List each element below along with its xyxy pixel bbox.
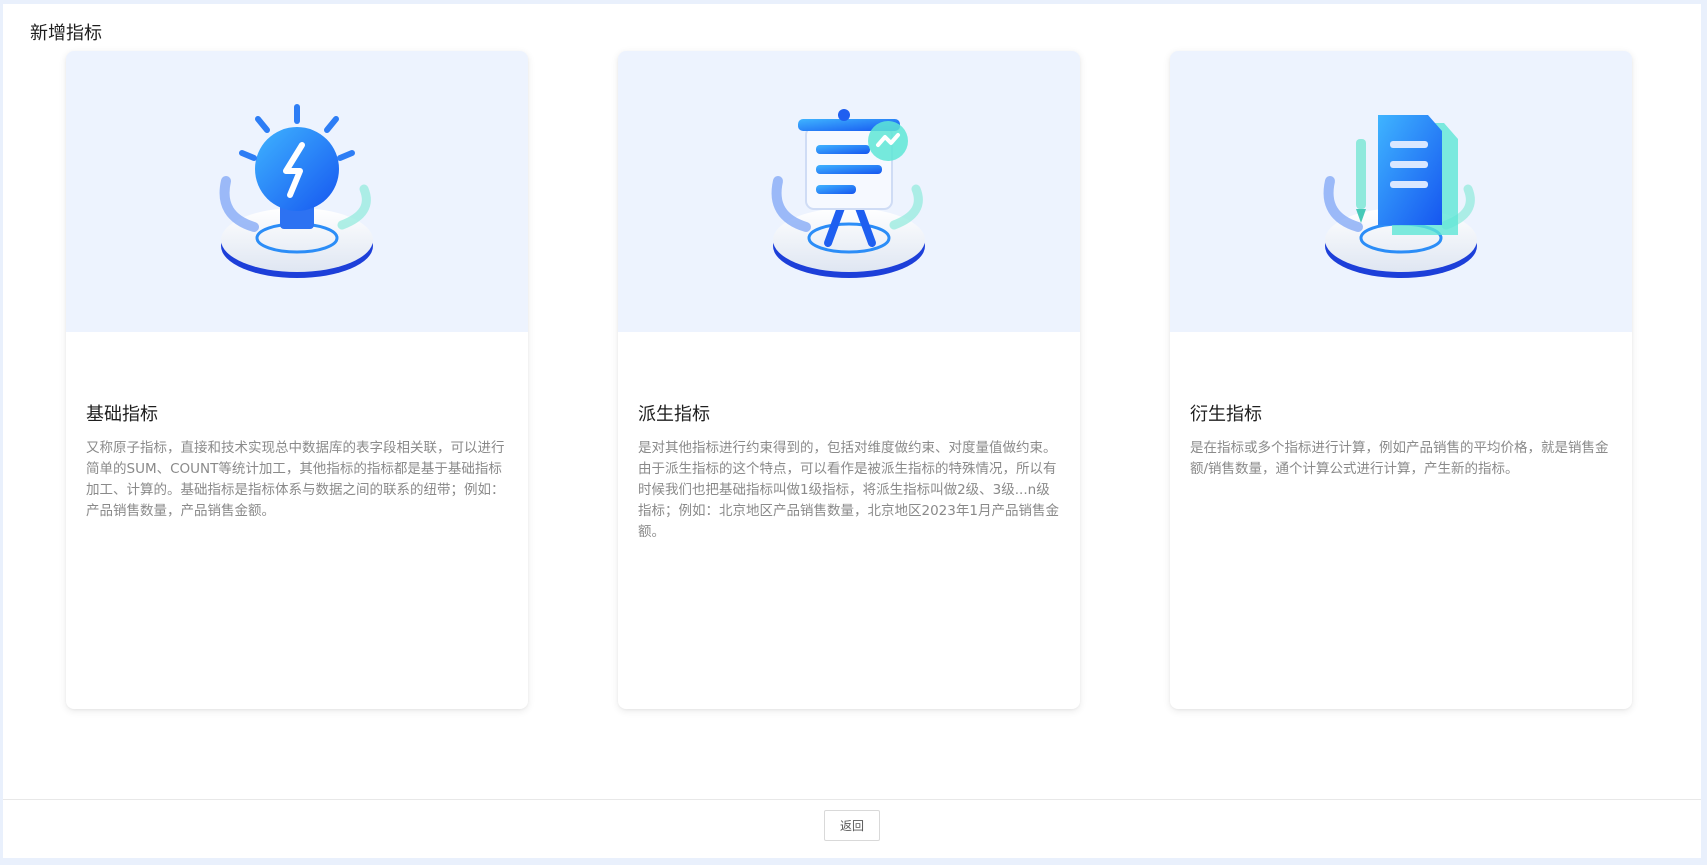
- back-button[interactable]: 返回: [824, 810, 880, 841]
- card-title: 派生指标: [638, 404, 710, 425]
- card-description: 是对其他指标进行约束得到的，包括对维度做约束、对度量值做约束。由于派生指标的这个…: [638, 440, 1059, 540]
- card-basic-metric[interactable]: 基础指标 又称原子指标，直接和技术实现总中数据库的表字段相关联，可以进行简单的S…: [66, 51, 528, 709]
- card-media: [66, 51, 528, 332]
- card-title: 衍生指标: [1190, 404, 1262, 425]
- footer-divider: [3, 799, 1701, 800]
- document-pencil-illustration-icon: [1323, 115, 1477, 278]
- page-title: 新增指标: [30, 23, 102, 44]
- card-title: 基础指标: [86, 404, 158, 425]
- card-description: 又称原子指标，直接和技术实现总中数据库的表字段相关联，可以进行简单的SUM、CO…: [86, 440, 505, 519]
- lightbulb-illustration-icon: [219, 104, 373, 278]
- card-media: [618, 51, 1080, 332]
- card-derived-metric[interactable]: 派生指标 是对其他指标进行约束得到的，包括对维度做约束、对度量值做约束。由于派生…: [618, 51, 1080, 709]
- easel-chart-illustration-icon: [771, 109, 925, 278]
- card-media: [1170, 51, 1632, 332]
- card-composite-metric[interactable]: 衍生指标 是在指标或多个指标进行计算，例如产品销售的平均价格，就是销售金额/销售…: [1170, 51, 1632, 709]
- card-description: 是在指标或多个指标进行计算，例如产品销售的平均价格，就是销售金额/销售数量，通个…: [1190, 440, 1609, 477]
